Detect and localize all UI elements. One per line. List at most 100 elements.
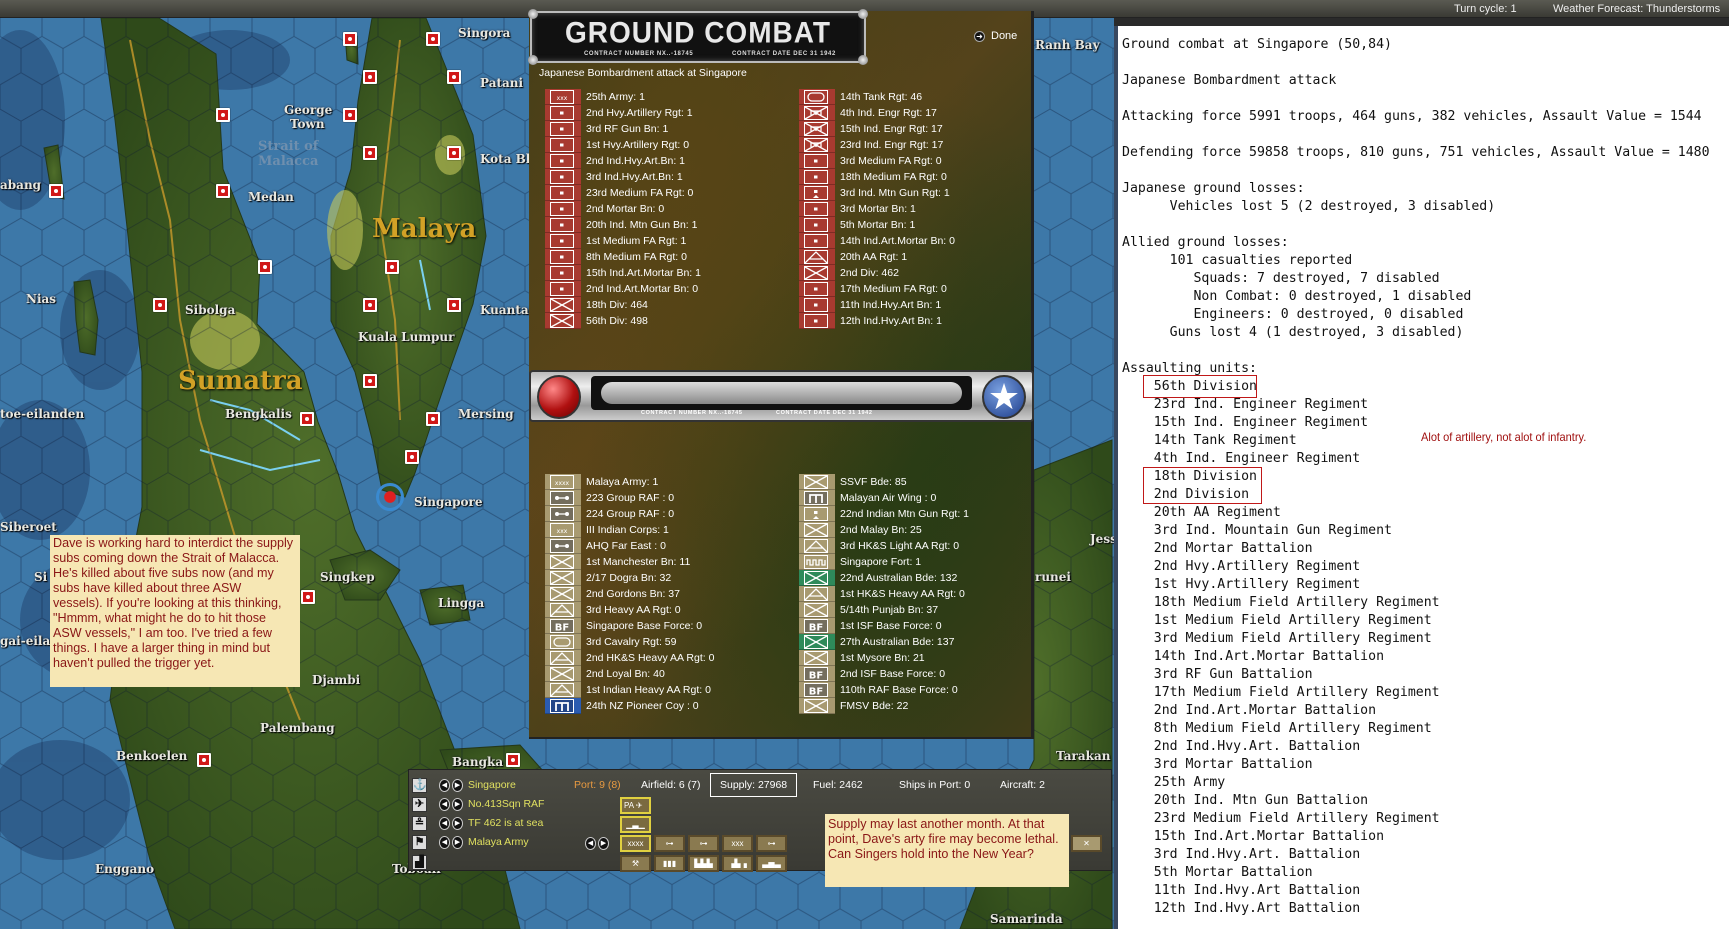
- unit-eng-icon[interactable]: [799, 121, 835, 137]
- unit-air-icon[interactable]: [545, 490, 581, 506]
- japanese-base-icon[interactable]: [385, 260, 399, 274]
- unit-art-icon[interactable]: [545, 153, 581, 169]
- unit-row[interactable]: 3rd Heavy AA Rgt: 0: [545, 602, 775, 618]
- unit-row[interactable]: 15th Ind.Art.Mortar Bn: 1: [545, 265, 775, 281]
- unit-row[interactable]: 3rd Mortar Bn: 1: [799, 201, 1029, 217]
- unit-row[interactable]: 223 Group RAF : 0: [545, 490, 775, 506]
- unit-row[interactable]: 1st Hvy.Artillery Rgt: 0: [545, 137, 775, 153]
- japanese-base-icon[interactable]: [216, 184, 230, 198]
- unit-row[interactable]: BF 1st ISF Base Force: 0: [799, 618, 1029, 634]
- unit-row[interactable]: 23rd Ind. Engr Rgt: 17: [799, 137, 1029, 153]
- flag-icon[interactable]: ⚑: [412, 835, 427, 850]
- unit-inf-icon[interactable]: [799, 570, 835, 586]
- unit-infantry-button[interactable]: ✕: [1071, 835, 1102, 852]
- next-arrow-icon[interactable]: ▶: [452, 798, 463, 811]
- unit-tank-icon[interactable]: [799, 89, 835, 105]
- unit-row[interactable]: FMSV Bde: 22: [799, 698, 1029, 714]
- unit-inf-icon[interactable]: [799, 602, 835, 618]
- ship-icon[interactable]: ≗: [412, 816, 427, 831]
- unit-inf-icon[interactable]: [545, 297, 581, 313]
- unit-hq3-icon[interactable]: xxx: [545, 89, 581, 105]
- japanese-base-icon[interactable]: [343, 32, 357, 46]
- ground-unit-link[interactable]: Malaya Army: [468, 836, 529, 848]
- japanese-base-icon[interactable]: [49, 184, 63, 198]
- japanese-base-icon[interactable]: [363, 374, 377, 388]
- unit-art-icon[interactable]: [799, 233, 835, 249]
- japanese-base-icon[interactable]: [301, 590, 315, 604]
- unit-art-icon[interactable]: [545, 249, 581, 265]
- unit-aa-icon[interactable]: [799, 586, 835, 602]
- task-force-link[interactable]: TF 462 is at sea: [468, 817, 543, 829]
- unit-row[interactable]: 1st Indian Heavy AA Rgt: 0: [545, 682, 775, 698]
- unit-row[interactable]: xxx III Indian Corps: 1: [545, 522, 775, 538]
- unit-bf-icon[interactable]: BF: [799, 618, 835, 634]
- japanese-base-icon[interactable]: [197, 753, 211, 767]
- unit-inf-icon[interactable]: [545, 570, 581, 586]
- done-button[interactable]: ➜ Done: [974, 30, 1017, 42]
- buildings-button[interactable]: ▮▮▮: [654, 855, 685, 872]
- unit-air-hq-button[interactable]: ⊶: [654, 835, 685, 852]
- unit-art-icon[interactable]: [799, 169, 835, 185]
- unit-row[interactable]: 18th Medium FA Rgt: 0: [799, 169, 1029, 185]
- unit-inf-icon[interactable]: [799, 650, 835, 666]
- unit-aa-icon[interactable]: [545, 682, 581, 698]
- prev-arrow-icon[interactable]: ◀: [439, 817, 450, 830]
- unit-row[interactable]: 14th Ind.Art.Mortar Bn: 0: [799, 233, 1029, 249]
- unit-art-icon[interactable]: [799, 201, 835, 217]
- unit-row[interactable]: 1st Mysore Bn: 21: [799, 650, 1029, 666]
- japanese-base-icon[interactable]: [426, 412, 440, 426]
- unit-air-icon[interactable]: [545, 538, 581, 554]
- unit-row[interactable]: 2nd Mortar Bn: 0: [545, 201, 775, 217]
- unit-bf-icon[interactable]: BF: [799, 666, 835, 682]
- unit-row[interactable]: xxx 25th Army: 1: [545, 89, 775, 105]
- unit-row[interactable]: 224 Group RAF : 0: [545, 506, 775, 522]
- unit-air-hq-button[interactable]: ⊶: [756, 835, 787, 852]
- unit-bf-icon[interactable]: BF: [545, 618, 581, 634]
- unit-row[interactable]: 3rd Ind.Hvy.Art.Bn: 1: [545, 169, 775, 185]
- unit-row[interactable]: 23rd Medium FA Rgt: 0: [545, 185, 775, 201]
- unit-aa-icon[interactable]: [799, 249, 835, 265]
- unit-inf-icon[interactable]: [799, 522, 835, 538]
- unit-inf-icon[interactable]: [545, 313, 581, 329]
- next-arrow-icon[interactable]: ▶: [452, 836, 463, 849]
- unit-hq3-icon[interactable]: xxx: [545, 522, 581, 538]
- next-arrow-icon[interactable]: ▶: [452, 817, 463, 830]
- unit-hq-button[interactable]: xxxx: [620, 835, 651, 852]
- unit-row[interactable]: 56th Div: 498: [545, 313, 775, 329]
- unit-row[interactable]: 24th NZ Pioneer Coy : 0: [545, 698, 775, 714]
- unit-row[interactable]: 2nd HK&S Heavy AA Rgt: 0: [545, 650, 775, 666]
- unit-mtn-icon[interactable]: [799, 185, 835, 201]
- japanese-base-icon[interactable]: [258, 260, 272, 274]
- unit-row[interactable]: 15th Ind. Engr Rgt: 17: [799, 121, 1029, 137]
- unit-aa-icon[interactable]: [545, 650, 581, 666]
- unit-row[interactable]: xxxx Malaya Army: 1: [545, 474, 775, 490]
- unit-row[interactable]: 4th Ind. Engr Rgt: 17: [799, 105, 1029, 121]
- unit-art-icon[interactable]: [545, 265, 581, 281]
- facilities-button[interactable]: ▗▙▗: [722, 855, 753, 872]
- unit-inf-icon[interactable]: [799, 698, 835, 714]
- unit-air-hq-button[interactable]: ⊶: [688, 835, 719, 852]
- combat-target-icon[interactable]: [376, 483, 404, 511]
- unit-art-icon[interactable]: [799, 313, 835, 329]
- unit-row[interactable]: 20th AA Rgt: 1: [799, 249, 1029, 265]
- unit-row[interactable]: 22nd Indian Mtn Gun Rgt: 1: [799, 506, 1029, 522]
- japanese-base-icon[interactable]: [405, 450, 419, 464]
- unit-row[interactable]: 1st HK&S Heavy AA Rgt: 0: [799, 586, 1029, 602]
- unit-art-icon[interactable]: [545, 201, 581, 217]
- unit-row[interactable]: 3rd Cavalry Rgt: 59: [545, 634, 775, 650]
- unit-inf-icon[interactable]: [799, 265, 835, 281]
- japanese-base-icon[interactable]: [363, 146, 377, 160]
- japanese-base-icon[interactable]: [506, 753, 520, 767]
- unit-art-icon[interactable]: [545, 281, 581, 297]
- unit-row[interactable]: 2nd Malay Bn: 25: [799, 522, 1029, 538]
- unit-pio-icon[interactable]: [545, 698, 581, 714]
- task-force-button[interactable]: ▁▃▁: [620, 816, 651, 833]
- unit-art-icon[interactable]: [545, 185, 581, 201]
- unit-inf-icon[interactable]: [799, 634, 835, 650]
- unit-air-icon[interactable]: [545, 506, 581, 522]
- unit-row[interactable]: 22nd Australian Bde: 132: [799, 570, 1029, 586]
- unit-row[interactable]: 8th Medium FA Rgt: 0: [545, 249, 775, 265]
- unit-art-icon[interactable]: [545, 217, 581, 233]
- unit-row[interactable]: 2nd Gordons Bn: 37: [545, 586, 775, 602]
- unit-row[interactable]: 2nd Div: 462: [799, 265, 1029, 281]
